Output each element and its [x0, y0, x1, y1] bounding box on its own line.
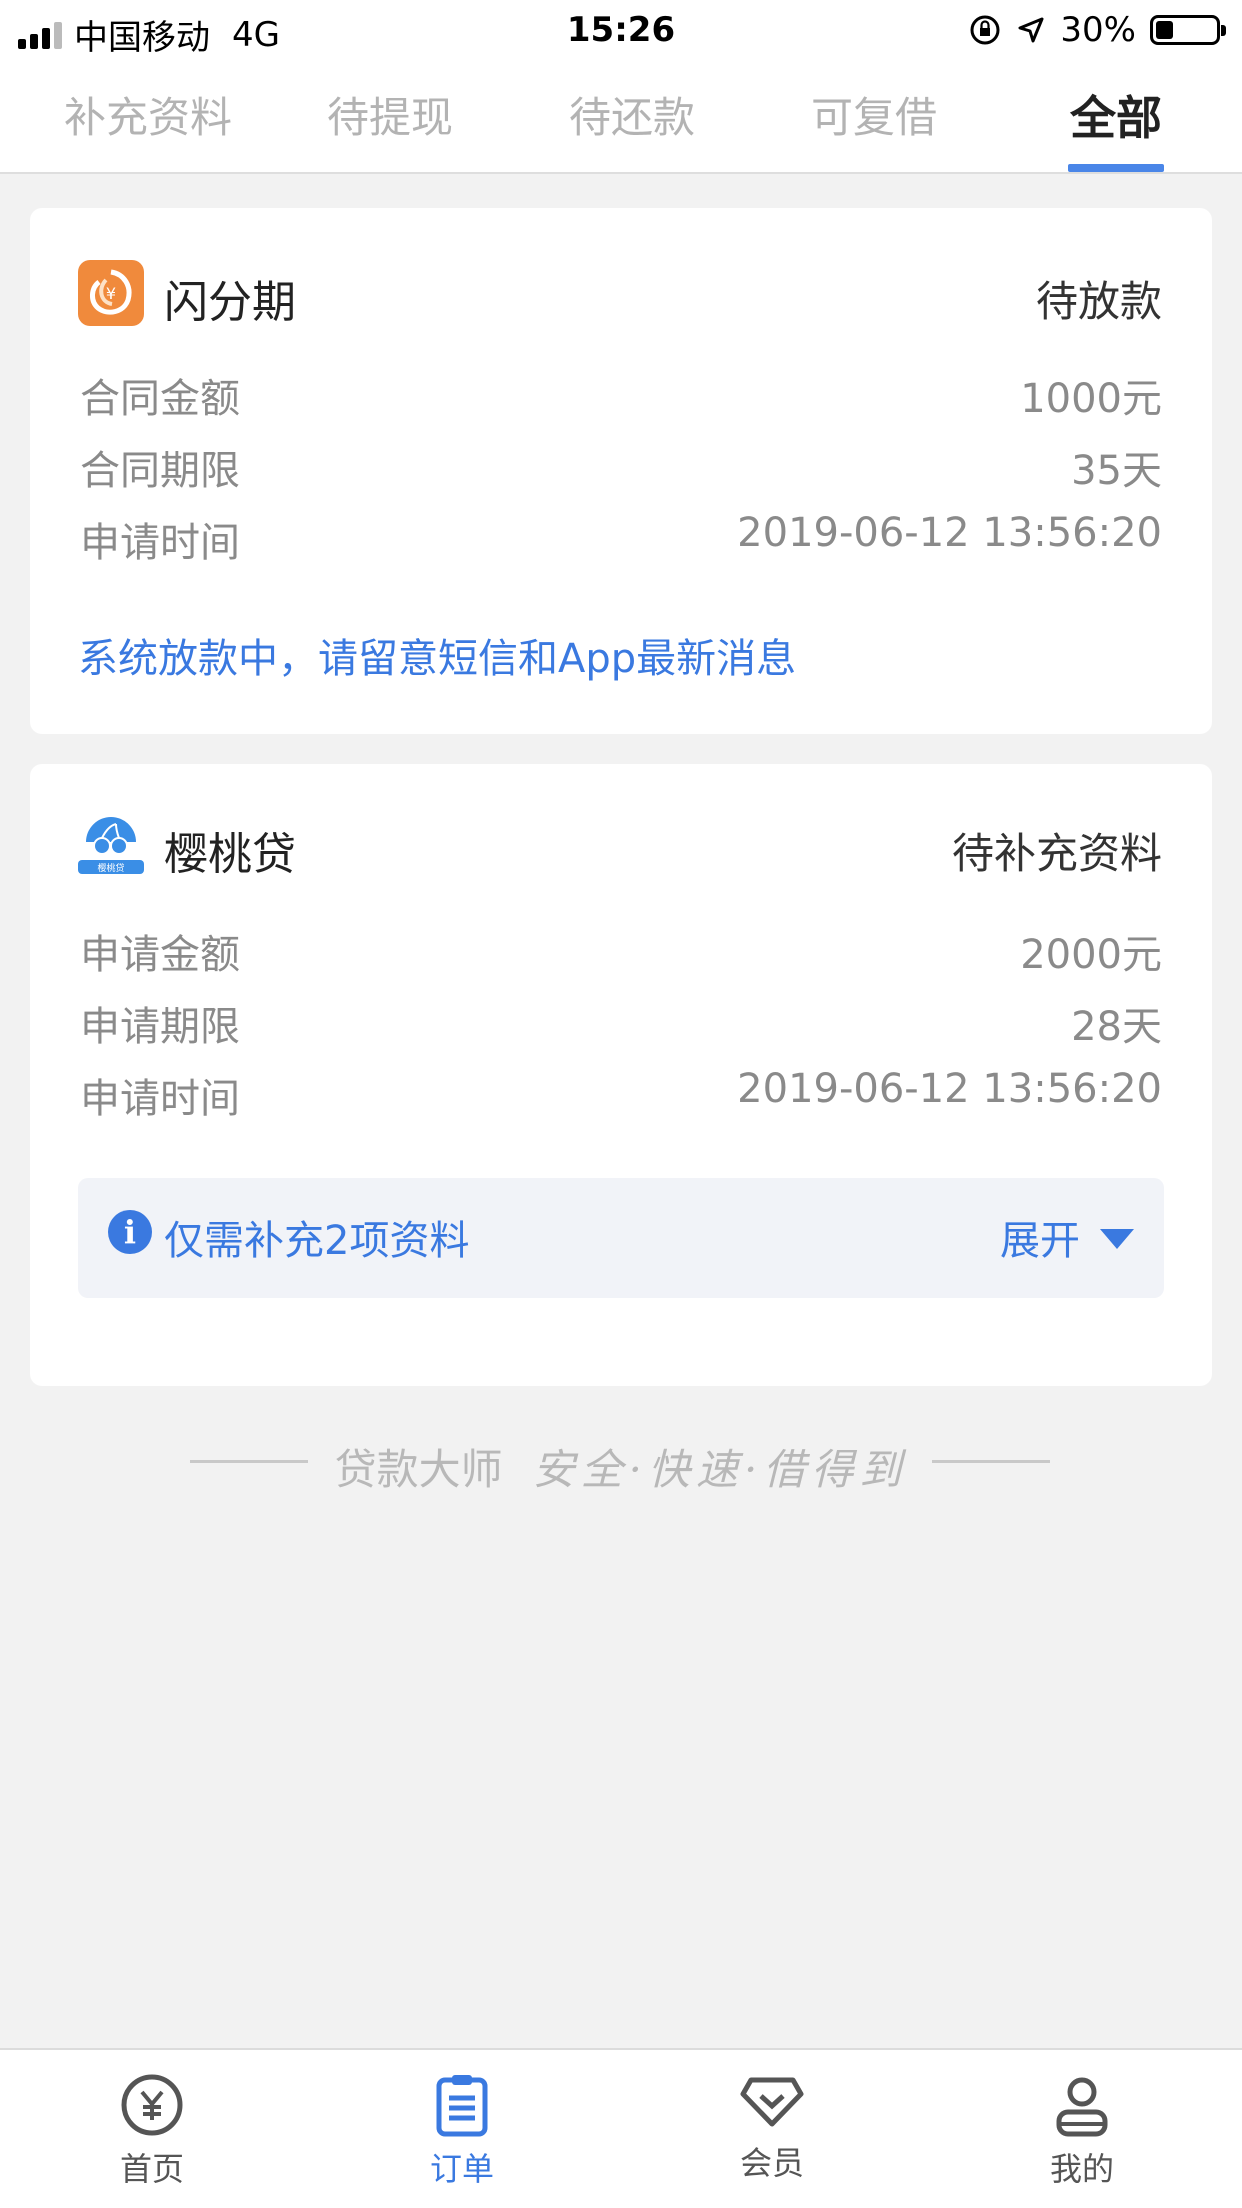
disbursement-notice: 系统放款中，请留意短信和App最新消息 [78, 636, 797, 682]
tab-all[interactable]: 全部 [996, 82, 1236, 170]
card-header: ¥ 闪分期 待放款 [78, 260, 1162, 330]
triangle-down-icon [1100, 1229, 1134, 1249]
row-label: 合同期限 [80, 448, 240, 494]
nav-profile[interactable]: 我的 [982, 2070, 1182, 2200]
nav-label: 会员 [739, 2144, 804, 2182]
order-tabs: 补充资料 待提现 待还款 可复借 全部 [0, 62, 1242, 174]
nav-home[interactable]: 首页 [52, 2070, 252, 2200]
yen-circle-icon [121, 2074, 183, 2136]
expand-label: 展开 [1000, 1218, 1080, 1264]
row-value: 2019-06-12 13:56:20 [737, 1066, 1162, 1112]
tab-pending-withdraw[interactable]: 待提现 [270, 84, 510, 172]
nav-label: 我的 [1049, 2150, 1114, 2188]
slogan-script: 安全·快速·借得到 [532, 1445, 908, 1494]
battery-percent: 30% [1060, 10, 1136, 50]
person-icon [1056, 2077, 1108, 2137]
row-value: 28天 [1071, 1004, 1162, 1050]
order-status: 待放款 [1035, 277, 1162, 326]
shanfenqi-logo-icon: ¥ [78, 260, 144, 326]
yingtaodai-logo-icon: 樱桃贷 [78, 814, 144, 876]
detail-row: 合同期限 35天 [80, 438, 1162, 494]
order-card[interactable]: ¥ 闪分期 待放款 合同金额 1000元 合同期限 35天 申请时间 2019-… [30, 208, 1212, 734]
brand-name: 闪分期 [164, 277, 296, 328]
row-label: 申请金额 [80, 932, 240, 978]
card-header: 樱桃贷 樱桃贷 待补充资料 [78, 812, 1162, 882]
info-icon: i [108, 1210, 152, 1254]
detail-row: 申请金额 2000元 [80, 922, 1162, 978]
supplement-text: 仅需补充2项资料 [164, 1218, 470, 1264]
tab-supplement[interactable]: 补充资料 [28, 84, 268, 172]
nav-label: 首页 [119, 2150, 184, 2188]
status-right: 30% [968, 10, 1226, 50]
diamond-icon [740, 2077, 804, 2127]
tab-pending-repay[interactable]: 待还款 [512, 84, 752, 172]
row-value: 1000元 [1020, 376, 1162, 422]
brand-name: 樱桃贷 [164, 829, 296, 880]
bottom-nav: 首页 订单 会员 我的 [0, 2048, 1242, 2208]
supplement-banner[interactable]: i 仅需补充2项资料 展开 [78, 1178, 1164, 1298]
detail-row: 申请时间 2019-06-12 13:56:20 [80, 1066, 1162, 1122]
nav-member[interactable]: 会员 [672, 2070, 872, 2200]
slogan: 贷款大师 安全·快速·借得到 [0, 1436, 1242, 1496]
detail-row: 申请期限 28天 [80, 994, 1162, 1050]
slogan-text: 贷款大师 安全·快速·借得到 [0, 1436, 1242, 1497]
nav-orders[interactable]: 订单 [362, 2070, 562, 2200]
active-tab-indicator [1068, 164, 1164, 172]
slogan-brand: 贷款大师 [334, 1445, 503, 1494]
detail-row: 合同金额 1000元 [80, 366, 1162, 422]
svg-text:¥: ¥ [106, 284, 116, 303]
status-bar: 中国移动 4G 15:26 30% [0, 0, 1242, 62]
order-card[interactable]: 樱桃贷 樱桃贷 待补充资料 申请金额 2000元 申请期限 28天 申请时间 2… [30, 764, 1212, 1386]
clipboard-icon [436, 2075, 488, 2137]
location-arrow-icon [1018, 17, 1044, 43]
tab-reborrow[interactable]: 可复借 [754, 84, 994, 172]
order-status: 待补充资料 [951, 829, 1162, 878]
row-label: 申请时间 [80, 1076, 240, 1122]
row-value: 2019-06-12 13:56:20 [737, 510, 1162, 556]
row-value: 35天 [1071, 448, 1162, 494]
logo-caption: 樱桃贷 [97, 862, 124, 874]
detail-row: 申请时间 2019-06-12 13:56:20 [80, 510, 1162, 566]
row-label: 申请期限 [80, 1004, 240, 1050]
row-value: 2000元 [1020, 932, 1162, 978]
row-label: 申请时间 [80, 520, 240, 566]
row-label: 合同金额 [80, 376, 240, 422]
orientation-lock-icon [970, 15, 1000, 45]
nav-label: 订单 [429, 2150, 494, 2188]
expand-button[interactable]: 展开 [1000, 1208, 1134, 1266]
battery-fill [1156, 21, 1173, 39]
battery-icon [1150, 15, 1226, 45]
